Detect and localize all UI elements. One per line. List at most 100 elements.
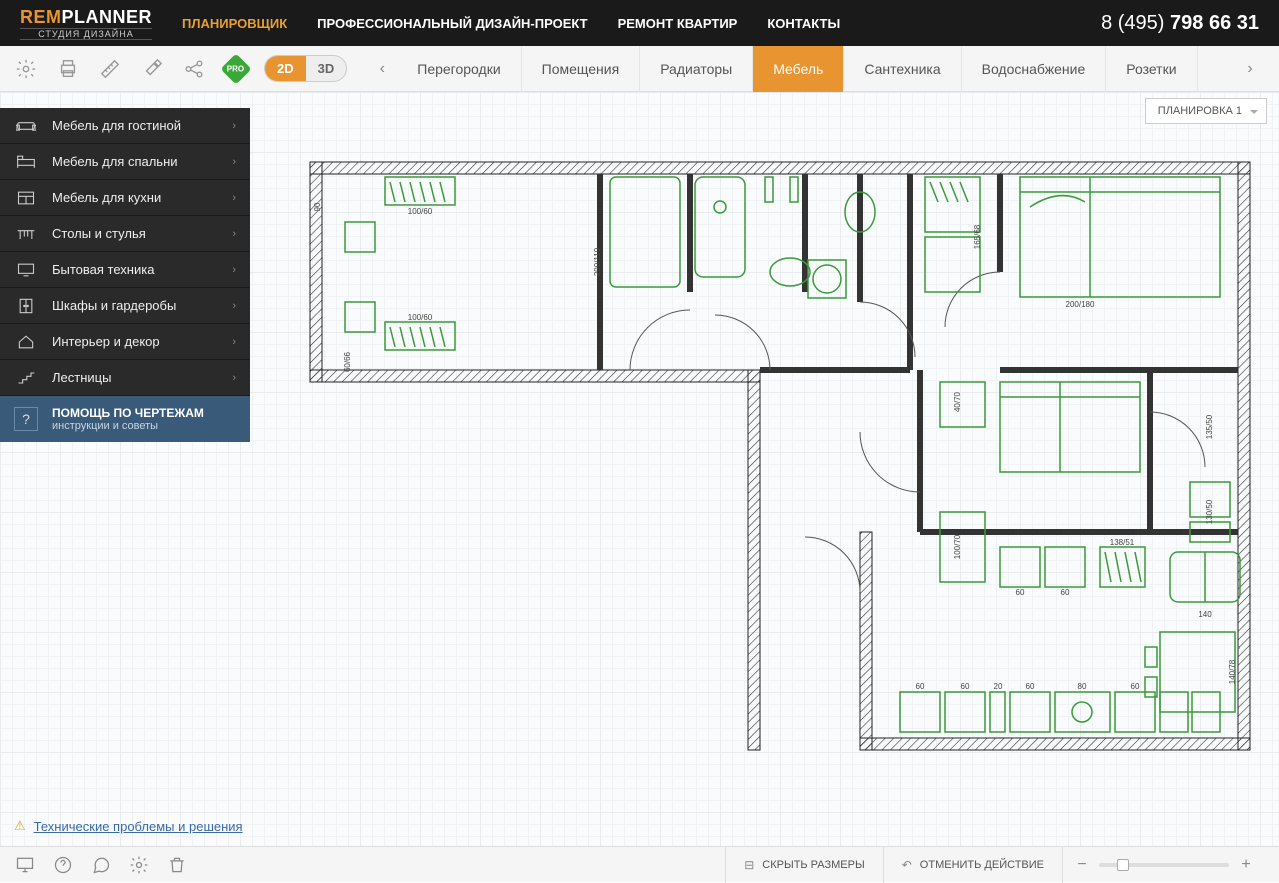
view-toggle: 2D 3D [264,55,347,82]
bottom-bar: ⊟ СКРЫТЬ РАЗМЕРЫ ↶ ОТМЕНИТЬ ДЕЙСТВИЕ − + [0,846,1279,882]
layer-tabs: ‹ Перегородки Помещения Радиаторы Мебель… [367,46,1265,92]
print-icon[interactable] [56,57,80,81]
logo[interactable]: REMPLANNER СТУДИЯ ДИЗАЙНА [20,7,152,40]
logo-planner: PLANNER [62,7,153,27]
dimensions-icon: ⊟ [744,858,754,872]
undo-icon: ↶ [902,858,912,872]
sidebar-help[interactable]: ? ПОМОЩЬ ПО ЧЕРТЕЖАМ инструкции и советы [0,396,250,442]
sidebar-item-appliances[interactable]: Бытовая техника › [0,252,250,288]
tech-issues-text: Технические проблемы и решения [34,819,243,834]
chevron-right-icon: › [232,300,236,312]
zoom-out-button[interactable]: − [1075,856,1089,874]
svg-text:200/180: 200/180 [1066,300,1095,309]
view-3d-button[interactable]: 3D [306,56,347,81]
svg-text:60: 60 [1016,588,1025,597]
sidebar-label: Интерьер и декор [52,334,232,349]
question-icon: ? [14,407,38,431]
svg-text:100/60: 100/60 [408,313,433,322]
sidebar-label: Столы и стулья [52,226,232,241]
layer-furniture[interactable]: Мебель [753,46,844,92]
hide-dimensions-button[interactable]: ⊟ СКРЫТЬ РАЗМЕРЫ [725,847,883,883]
svg-text:60/66: 60/66 [343,351,352,372]
sidebar-item-stairs[interactable]: Лестницы › [0,360,250,396]
undo-label: ОТМЕНИТЬ ДЕЙСТВИЕ [920,859,1044,871]
tech-issues-link[interactable]: ⚠ Технические проблемы и решения [14,818,243,834]
view-2d-button[interactable]: 2D [265,56,306,81]
zoom-in-button[interactable]: + [1239,856,1253,874]
top-header: REMPLANNER СТУДИЯ ДИЗАЙНА ПЛАНИРОВЩИК ПР… [0,0,1279,46]
sidebar-label: Мебель для спальни [52,154,232,169]
svg-text:20: 20 [994,682,1003,691]
kitchen-icon [14,189,38,207]
warning-icon: ⚠ [14,818,26,834]
sidebar-label: Шкафы и гардеробы [52,298,232,313]
wardrobe-icon [14,297,38,315]
chevron-right-icon: › [232,192,236,204]
hide-dims-label: СКРЫТЬ РАЗМЕРЫ [762,859,864,871]
layer-plumbing[interactable]: Сантехника [844,46,961,92]
tools-icon[interactable] [140,57,164,81]
ruler-icon[interactable] [98,57,122,81]
chevron-right-icon: › [232,228,236,240]
chevron-right-icon: › [232,120,236,132]
sidebar-label: Мебель для кухни [52,190,232,205]
sidebar-label: Мебель для гостиной [52,118,232,133]
settings-gear-icon[interactable] [14,57,38,81]
sidebar-item-decor[interactable]: Интерьер и декор › [0,324,250,360]
phone-number[interactable]: 8 (495) 798 66 31 [1101,12,1259,35]
sidebar-item-wardrobes[interactable]: Шкафы и гардеробы › [0,288,250,324]
logo-rem: REM [20,7,62,27]
pro-badge-icon[interactable]: PRO [224,57,248,81]
svg-text:100/60: 100/60 [408,207,433,216]
layer-sockets[interactable]: Розетки [1106,46,1197,92]
help-subtitle: инструкции и советы [52,420,204,432]
sofa-icon [14,117,38,135]
bed-icon [14,153,38,171]
chat-icon[interactable] [90,854,112,876]
svg-text:90: 90 [313,202,322,211]
svg-text:138/51: 138/51 [1110,538,1135,547]
zoom-thumb[interactable] [1117,859,1129,871]
sidebar-item-living-room[interactable]: Мебель для гостиной › [0,108,250,144]
floorplan[interactable]: 100/60 100/60 200/110 90 60/66 165/68 20… [300,152,1260,772]
nav-design-project[interactable]: ПРОФЕССИОНАЛЬНЫЙ ДИЗАЙН-ПРОЕКТ [317,16,587,31]
layer-rooms[interactable]: Помещения [522,46,641,92]
settings-icon[interactable] [128,854,150,876]
svg-text:200/110: 200/110 [593,247,602,276]
sidebar-label: Лестницы [52,370,232,385]
layer-prev-icon[interactable]: ‹ [367,60,397,78]
sidebar-item-bedroom[interactable]: Мебель для спальни › [0,144,250,180]
nav-planner[interactable]: ПЛАНИРОВЩИК [182,16,287,31]
chevron-right-icon: › [232,264,236,276]
nav-contacts[interactable]: КОНТАКТЫ [767,16,840,31]
svg-text:140/78: 140/78 [1228,659,1237,684]
layer-partitions[interactable]: Перегородки [397,46,521,92]
trash-icon[interactable] [166,854,188,876]
nav-renovation[interactable]: РЕМОНТ КВАРТИР [618,16,738,31]
svg-text:60: 60 [916,682,925,691]
sidebar-label: Бытовая техника [52,262,232,277]
help-icon[interactable] [52,854,74,876]
svg-text:165/68: 165/68 [973,224,982,249]
undo-button[interactable]: ↶ ОТМЕНИТЬ ДЕЙСТВИЕ [883,847,1062,883]
svg-text:60: 60 [961,682,970,691]
logo-subtitle: СТУДИЯ ДИЗАЙНА [20,28,152,40]
chevron-right-icon: › [232,372,236,384]
chevron-right-icon: › [232,336,236,348]
toolbar: PRO 2D 3D ‹ Перегородки Помещения Радиат… [0,46,1279,92]
layout-dropdown[interactable]: ПЛАНИРОВКА 1 [1145,98,1267,124]
sidebar: Мебель для гостиной › Мебель для спальни… [0,108,250,442]
share-icon[interactable] [182,57,206,81]
main-nav: ПЛАНИРОВЩИК ПРОФЕССИОНАЛЬНЫЙ ДИЗАЙН-ПРОЕ… [182,16,1101,31]
sidebar-item-kitchen[interactable]: Мебель для кухни › [0,180,250,216]
svg-text:100/70: 100/70 [953,534,962,559]
layer-water[interactable]: Водоснабжение [962,46,1107,92]
zoom-slider[interactable] [1099,863,1229,867]
screen-icon[interactable] [14,854,36,876]
sidebar-item-tables[interactable]: Столы и стулья › [0,216,250,252]
svg-text:60: 60 [1061,588,1070,597]
chevron-right-icon: › [232,156,236,168]
layer-radiators[interactable]: Радиаторы [640,46,753,92]
svg-text:80: 80 [1078,682,1087,691]
layer-next-icon[interactable]: › [1235,60,1265,78]
